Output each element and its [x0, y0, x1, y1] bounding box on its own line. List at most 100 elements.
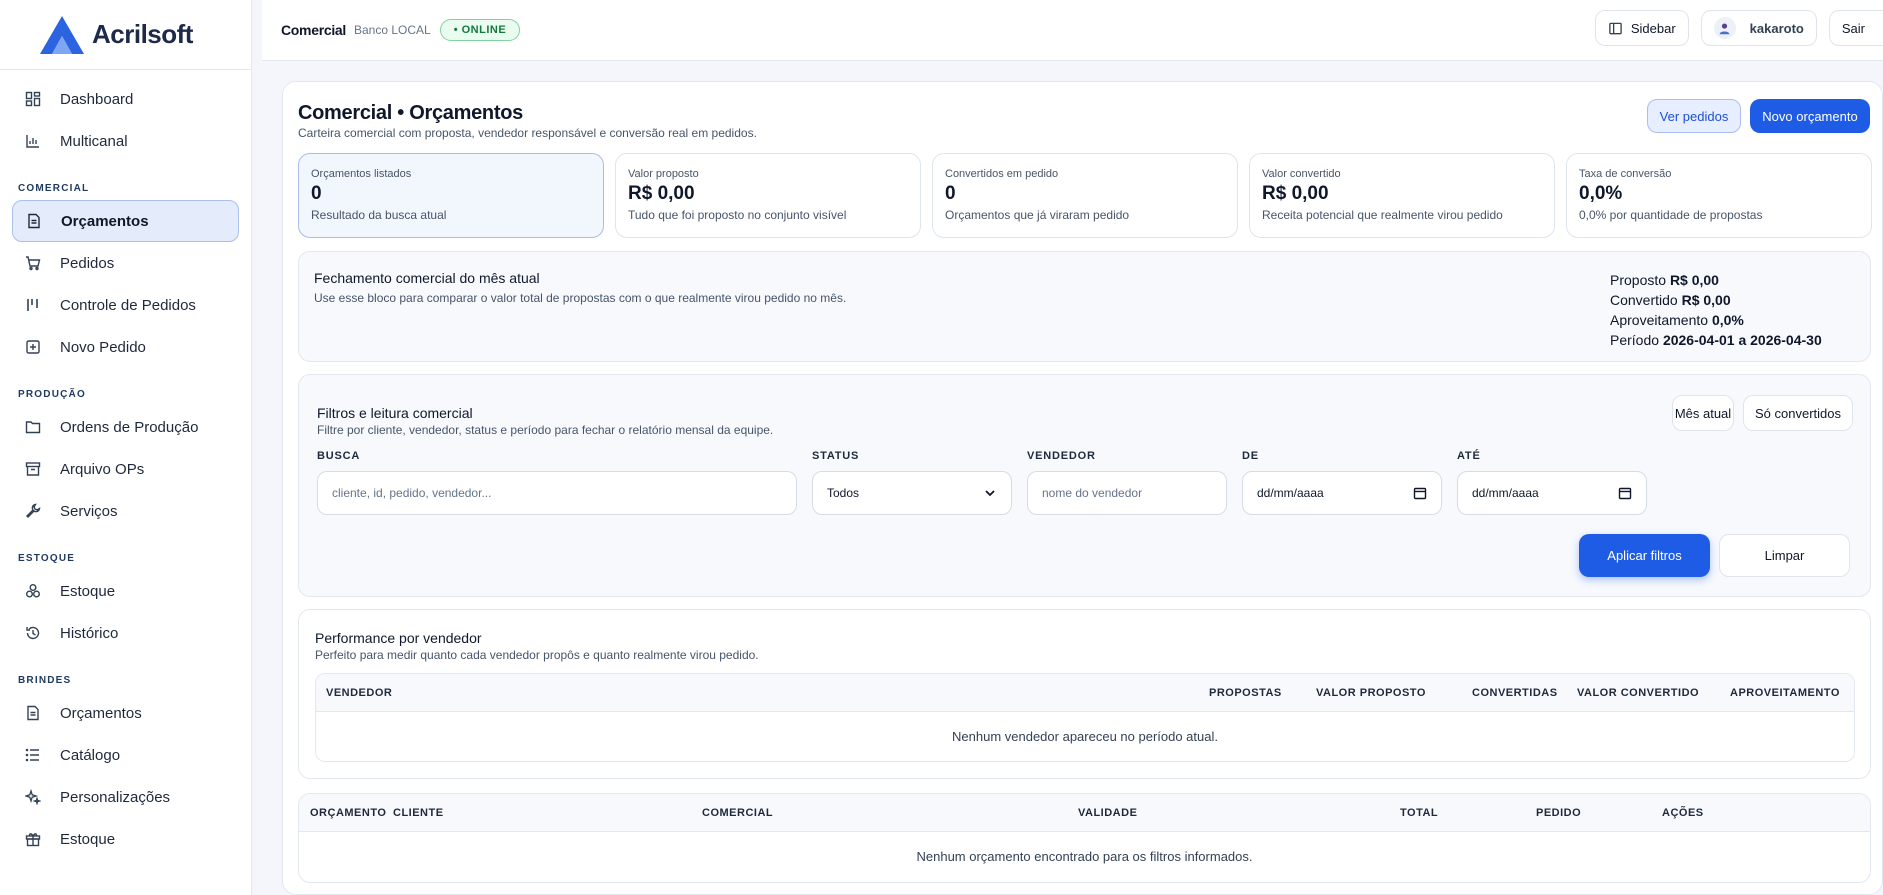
- view-orders-button[interactable]: Ver pedidos: [1647, 99, 1741, 133]
- section-title-producao: PRODUÇÃO: [18, 389, 86, 400]
- column-header[interactable]: VALIDADE: [1078, 807, 1137, 819]
- seller-input[interactable]: nome do vendedor: [1027, 471, 1227, 515]
- column-header[interactable]: APROVEITAMENTO: [1730, 687, 1840, 699]
- column-header[interactable]: ORÇAMENTO: [310, 807, 386, 819]
- sidebar-button-label: Sidebar: [1630, 20, 1676, 36]
- summary-value: R$ 0,00: [1669, 272, 1719, 288]
- sidebar-item-label: Histórico: [60, 624, 119, 642]
- column-header[interactable]: VALOR CONVERTIDO: [1577, 687, 1699, 699]
- summary-row-proposed: Proposto R$ 0,00: [1610, 270, 1822, 290]
- kpi-note: Orçamentos que já viraram pedido: [945, 208, 1130, 222]
- clear-filters-button[interactable]: Limpar: [1719, 534, 1850, 577]
- kpi-card-converted: Convertidos em pedido 0 Orçamentos que j…: [932, 153, 1238, 238]
- monthly-closing-panel: Fechamento comercial do mês atual Use es…: [298, 251, 1871, 362]
- sidebar-item-novo-pedido[interactable]: Novo Pedido: [12, 326, 239, 368]
- cart-icon: [24, 254, 42, 272]
- sidebar-item-servicos[interactable]: Serviços: [12, 490, 239, 532]
- sidebar-item-controle-pedidos[interactable]: Controle de Pedidos: [12, 284, 239, 326]
- new-quote-button[interactable]: Novo orçamento: [1750, 99, 1870, 133]
- status-badge: • ONLINE: [439, 19, 521, 41]
- user-menu-button[interactable]: kakaroto: [1700, 10, 1817, 46]
- summary-label: Proposto: [1610, 272, 1667, 288]
- sidebar-item-personalizacoes[interactable]: Personalizações: [12, 776, 239, 818]
- sidebar-item-arquivo-ops[interactable]: Arquivo OPs: [12, 448, 239, 490]
- performance-subtitle: Perfeito para medir quanto cada vendedor…: [315, 648, 759, 662]
- topbar-actions: Sidebar kakaroto Sair: [1594, 10, 1883, 46]
- sidebar-item-historico[interactable]: Histórico: [12, 612, 239, 654]
- filters-title: Filtros e leitura comercial: [317, 405, 473, 421]
- kpi-label: Convertidos em pedido: [945, 168, 1059, 180]
- search-input[interactable]: cliente, id, pedido, vendedor...: [317, 471, 797, 515]
- monthly-closing-summary: Proposto R$ 0,00 Convertido R$ 0,00 Apro…: [1610, 270, 1822, 350]
- sidebar-item-pedidos[interactable]: Pedidos: [12, 242, 239, 284]
- kpi-value: 0,0%: [1579, 183, 1623, 204]
- sidebar-nav: Dashboard Multicanal COMERCIAL Orçamento…: [0, 70, 251, 868]
- summary-label: Aproveitamento: [1610, 312, 1709, 328]
- column-header[interactable]: VALOR PROPOSTO: [1316, 687, 1426, 699]
- topbar: Comercial Banco LOCAL • ONLINE Sidebar k…: [262, 0, 1883, 61]
- sidebar-item-estoque[interactable]: Estoque: [12, 570, 239, 612]
- kpi-note: Resultado da busca atual: [311, 208, 447, 222]
- sidebar-item-label: Dashboard: [60, 90, 134, 108]
- date-to-input[interactable]: dd/mm/aaaa: [1457, 471, 1647, 515]
- apply-filters-button[interactable]: Aplicar filtros: [1579, 534, 1710, 577]
- column-header[interactable]: AÇÕES: [1662, 807, 1704, 819]
- logout-label: Sair: [1841, 20, 1865, 36]
- sidebar-item-label: Novo Pedido: [60, 338, 146, 356]
- empty-state-message: Nenhum vendedor apareceu no período atua…: [952, 729, 1218, 744]
- kpi-value: 0: [311, 183, 322, 204]
- kpi-label: Valor proposto: [628, 168, 699, 180]
- column-header[interactable]: TOTAL: [1400, 807, 1438, 819]
- logout-button[interactable]: Sair: [1828, 10, 1883, 46]
- summary-value: 0,0%: [1711, 312, 1744, 328]
- column-header[interactable]: CONVERTIDAS: [1472, 687, 1558, 699]
- sidebar-item-dashboard[interactable]: Dashboard: [12, 78, 239, 120]
- sidebar-icon: [1609, 22, 1622, 34]
- section-title-brindes: BRINDES: [18, 675, 72, 686]
- sidebar-item-label: Pedidos: [60, 254, 115, 272]
- summary-value: R$ 0,00: [1681, 292, 1731, 308]
- column-header[interactable]: PEDIDO: [1536, 807, 1581, 819]
- kpi-row: Orçamentos listados 0 Resultado da busca…: [298, 153, 1872, 238]
- only-converted-button[interactable]: Só convertidos: [1743, 395, 1853, 431]
- sidebar-item-label: Orçamentos: [61, 212, 149, 230]
- sidebar-item-label: Serviços: [60, 502, 118, 520]
- calendar-icon: [1413, 487, 1427, 500]
- database-label: Banco LOCAL: [354, 23, 431, 37]
- section-title-estoque: ESTOQUE: [18, 553, 76, 564]
- filters-subtitle: Filtre por cliente, vendedor, status e p…: [317, 423, 774, 437]
- performance-title: Performance por vendedor: [315, 630, 482, 646]
- sidebar-item-brindes-orcamentos[interactable]: Orçamentos: [12, 692, 239, 734]
- summary-label: Período: [1610, 332, 1660, 348]
- boxes-icon: [24, 582, 42, 600]
- sidebar-item-catalogo[interactable]: Catálogo: [12, 734, 239, 776]
- seller-performance-panel: Performance por vendedor Perfeito para m…: [298, 609, 1871, 779]
- section-title-comercial: COMERCIAL: [18, 183, 90, 194]
- kpi-label: Taxa de conversão: [1579, 168, 1672, 180]
- document-icon: [25, 212, 43, 230]
- dashboard-icon: [24, 90, 42, 108]
- performance-table: VENDEDOR PROPOSTAS VALOR PROPOSTO CONVER…: [315, 673, 1855, 762]
- column-header[interactable]: PROPOSTAS: [1209, 687, 1282, 699]
- date-from-value: dd/mm/aaaa: [1257, 486, 1324, 500]
- sidebar-item-orcamentos[interactable]: Orçamentos: [12, 200, 239, 242]
- sparkles-icon: [24, 788, 42, 806]
- sidebar-item-ordens-producao[interactable]: Ordens de Produção: [12, 406, 239, 448]
- brand-logo[interactable]: Acrilsoft: [0, 0, 251, 70]
- page-subtitle: Carteira comercial com proposta, vendedo…: [298, 126, 757, 140]
- sidebar-item-brindes-estoque[interactable]: Estoque: [12, 818, 239, 860]
- toggle-sidebar-button[interactable]: Sidebar: [1594, 10, 1689, 46]
- column-header[interactable]: VENDEDOR: [326, 687, 392, 699]
- summary-row-efficiency: Aproveitamento 0,0%: [1610, 310, 1822, 330]
- current-month-button[interactable]: Mês atual: [1672, 395, 1734, 431]
- sidebar-item-multicanal[interactable]: Multicanal: [12, 120, 239, 162]
- column-header[interactable]: COMERCIAL: [702, 807, 773, 819]
- table-header: VENDEDOR PROPOSTAS VALOR PROPOSTO CONVER…: [316, 674, 1854, 712]
- date-from-input[interactable]: dd/mm/aaaa: [1242, 471, 1442, 515]
- column-header[interactable]: CLIENTE: [393, 807, 444, 819]
- table-header: ORÇAMENTO CLIENTE COMERCIAL VALIDADE TOT…: [299, 794, 1870, 832]
- status-select[interactable]: Todos: [812, 471, 1012, 515]
- kpi-value: R$ 0,00: [628, 183, 695, 204]
- kpi-card-converted-value: Valor convertido R$ 0,00 Receita potenci…: [1249, 153, 1555, 238]
- sidebar-item-label: Personalizações: [60, 788, 171, 806]
